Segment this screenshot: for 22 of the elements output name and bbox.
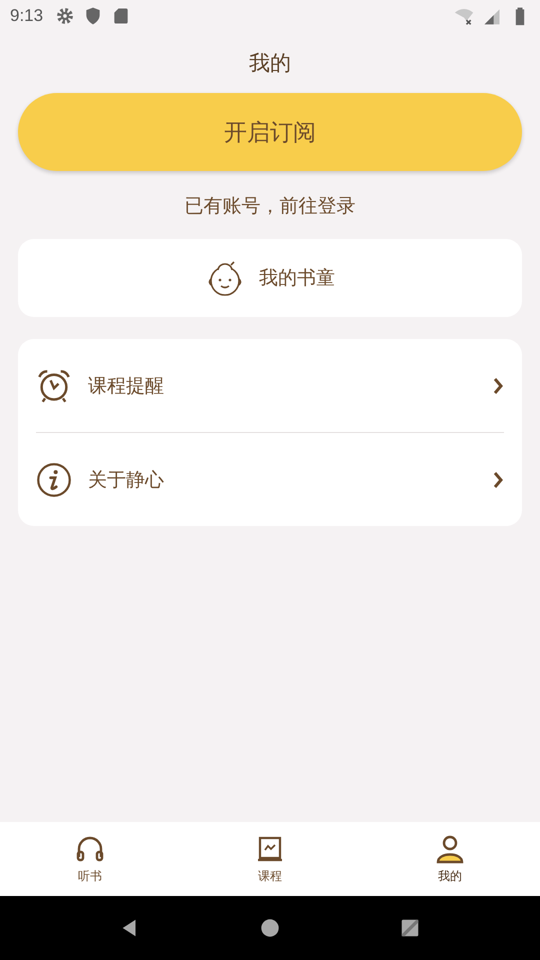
subscribe-button[interactable]: 开启订阅 [18, 93, 522, 171]
nav-tab[interactable]: 课程 [180, 822, 360, 896]
nav-tab[interactable]: 我的 [360, 822, 540, 896]
menu-item[interactable]: 课程提醒 [36, 339, 504, 432]
recents-icon[interactable] [399, 917, 421, 939]
home-icon[interactable] [259, 917, 281, 939]
person-icon [434, 833, 466, 865]
kid-card[interactable]: 我的书童 [18, 239, 522, 317]
login-link[interactable]: 已有账号，前往登录 [184, 193, 356, 219]
menu-label: 关于静心 [88, 468, 165, 492]
info-icon [36, 462, 72, 498]
chevron-right-icon [492, 376, 504, 396]
menu-label: 课程提醒 [88, 374, 165, 398]
menu-item[interactable]: 关于静心 [36, 433, 504, 526]
page-title: 我的 [249, 50, 291, 77]
alarm-clock-icon [36, 368, 72, 404]
status-time: 9:13 [10, 6, 44, 26]
chevron-right-icon [492, 470, 504, 490]
kid-label: 我的书童 [259, 266, 335, 291]
nav-tab[interactable]: 听书 [0, 822, 180, 896]
settings-icon [55, 6, 76, 26]
wifi-off-icon [454, 6, 474, 26]
